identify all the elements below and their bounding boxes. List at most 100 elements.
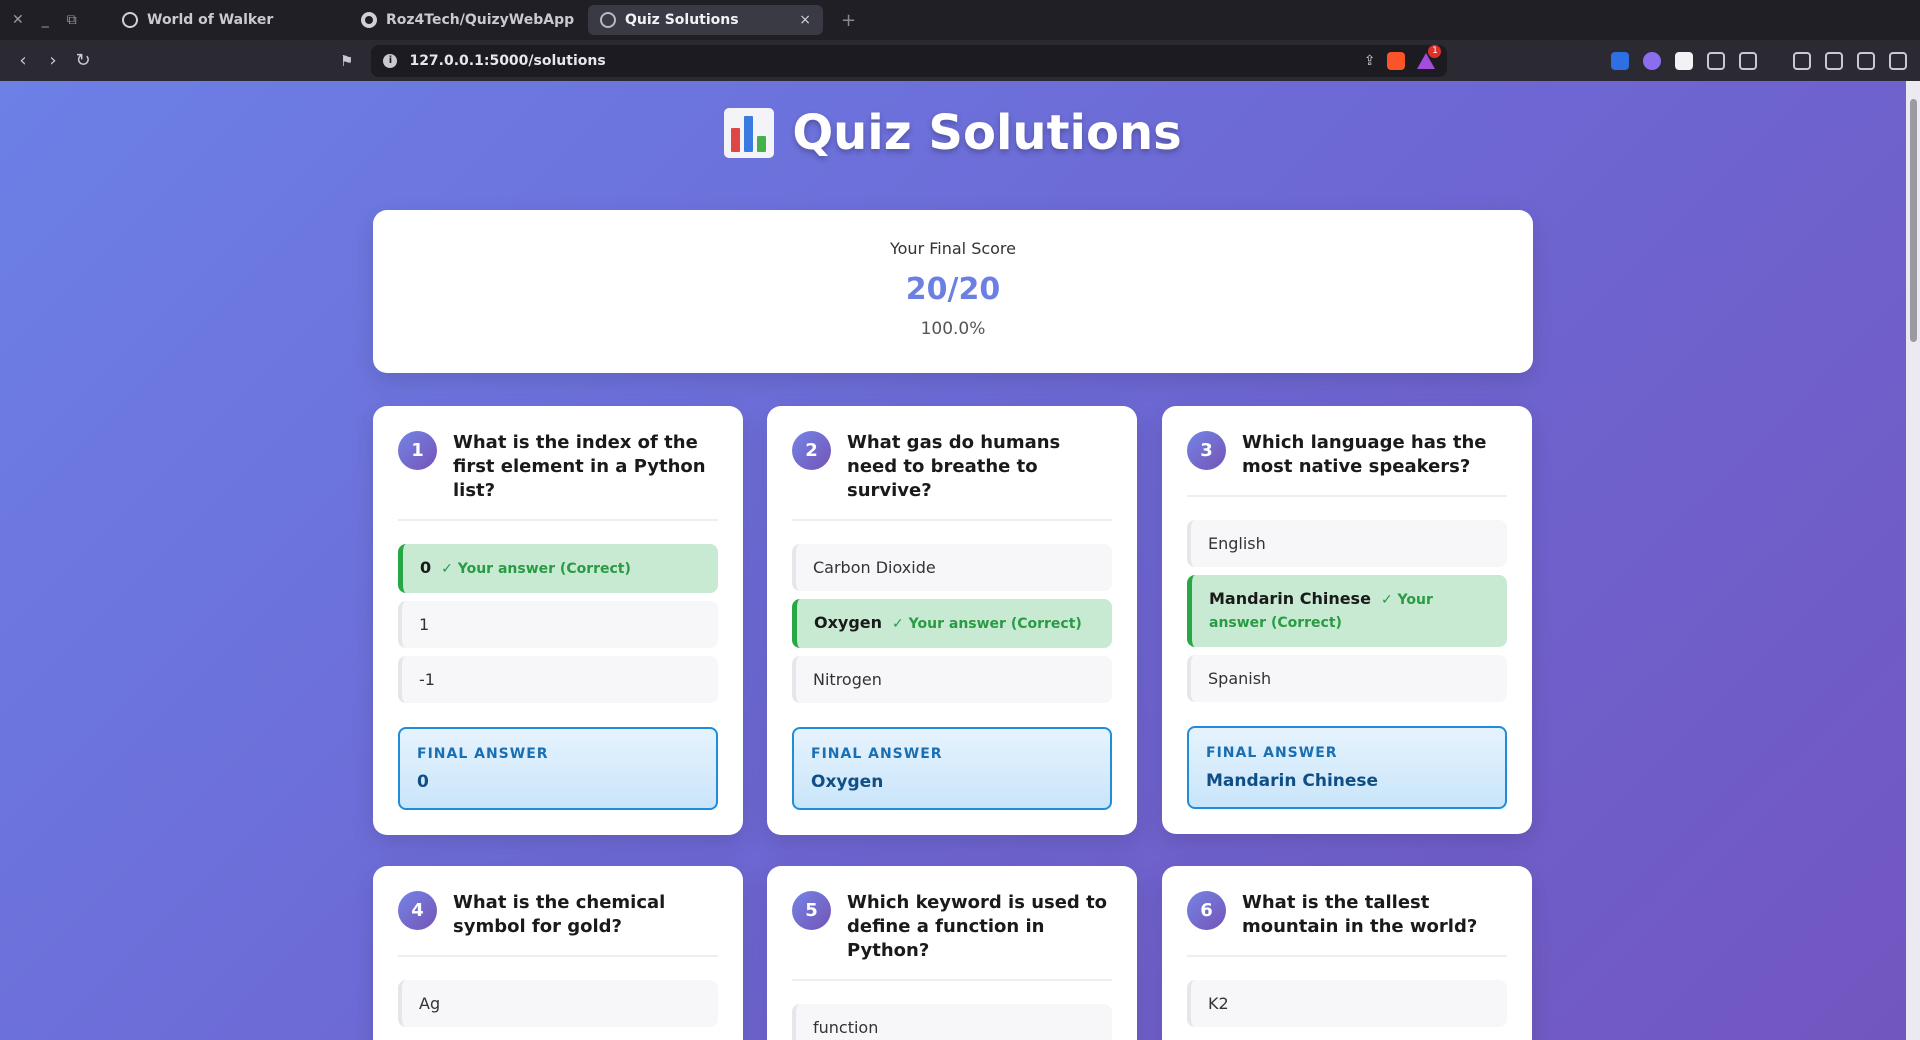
window-restore-icon[interactable]: ⧉ [67, 13, 77, 27]
tab-title: Quiz Solutions [625, 12, 739, 28]
site-info-icon[interactable]: i [383, 53, 398, 68]
option: Ag [398, 980, 718, 1027]
browser-tab-strip: ✕ _ ⧉ World of Walker Roz4Tech/QuizyWebA… [0, 0, 1920, 40]
options-list: 0 ✓ Your answer (Correct) 1 -1 [398, 544, 718, 703]
reload-icon[interactable]: ↻ [68, 50, 98, 71]
extension-dark-icon[interactable] [1675, 51, 1694, 70]
final-answer-label: FINAL ANSWER [417, 746, 549, 762]
question-number: 3 [1187, 431, 1226, 470]
bar-chart-icon [724, 108, 775, 158]
browser-toolbar: ‹ › ↻ ⚑ i 127.0.0.1:5000/solutions ⇪ 1 [0, 40, 1920, 81]
option: Nitrogen [792, 656, 1112, 703]
tab-quiz-solutions[interactable]: Quiz Solutions × [588, 5, 823, 35]
brave-rewards-icon[interactable]: 1 [1417, 44, 1442, 69]
option: Spanish [1187, 655, 1507, 702]
extension-translate-icon[interactable] [1611, 51, 1630, 70]
score-card: Your Final Score 20/20 100.0% [373, 210, 1533, 373]
screenshot-icon[interactable] [1739, 51, 1758, 70]
option-correct: Mandarin Chinese ✓ Your answer (Correct) [1187, 575, 1507, 647]
option-text: Spanish [1208, 669, 1272, 688]
option-text: Oxygen [814, 613, 883, 632]
score-value: 20/20 [905, 272, 1001, 307]
tab-close-icon[interactable]: × [799, 12, 811, 28]
options-list: Carbon Dioxide Oxygen ✓ Your answer (Corr… [792, 544, 1112, 703]
score-label: Your Final Score [889, 239, 1016, 258]
github-favicon-icon [361, 12, 377, 28]
url-text[interactable]: 127.0.0.1:5000/solutions [409, 53, 1351, 69]
question-header: 4 What is the chemical symbol for gold? [398, 891, 718, 957]
question-text: What is the index of the first element i… [453, 432, 706, 501]
tab-title: Roz4Tech/QuizyWebApp [386, 12, 575, 28]
option-text: 0 [420, 558, 432, 577]
tab-world-of-walker[interactable]: World of Walker [110, 5, 345, 35]
option-text: Ag [419, 994, 441, 1013]
question-header: 1 What is the index of the first element… [398, 431, 718, 521]
options-list: function [792, 1004, 1112, 1040]
window-close-icon[interactable]: ✕ [12, 13, 24, 27]
correct-note: ✓ Your answer (Correct) [892, 616, 1082, 632]
option-text: K2 [1208, 994, 1229, 1013]
brave-shields-icon[interactable] [1387, 51, 1406, 70]
final-answer-value: 0 [417, 772, 429, 792]
question-card: 3 Which language has the most native spe… [1162, 406, 1532, 834]
question-number: 6 [1187, 891, 1226, 930]
option: 1 [398, 601, 718, 648]
scrollbar-thumb[interactable] [1910, 99, 1917, 342]
option-text: function [813, 1018, 879, 1037]
options-list: English Mandarin Chinese ✓ Your answer (C… [1187, 520, 1507, 702]
option-text: Carbon Dioxide [813, 558, 936, 577]
question-number: 5 [792, 891, 831, 930]
score-percent: 100.0% [920, 319, 986, 339]
question-card: 6 What is the tallest mountain in the wo… [1162, 866, 1532, 1040]
wallet-icon[interactable] [1825, 51, 1844, 70]
question-header: 5 Which keyword is used to define a func… [792, 891, 1112, 981]
question-text: What is the tallest mountain in the worl… [1242, 892, 1478, 937]
question-header: 6 What is the tallest mountain in the wo… [1187, 891, 1507, 957]
question-card: 4 What is the chemical symbol for gold? … [373, 866, 743, 1040]
option: English [1187, 520, 1507, 567]
leo-ai-icon[interactable] [1857, 51, 1876, 70]
menu-icon[interactable] [1889, 51, 1908, 70]
question-header: 3 Which language has the most native spe… [1187, 431, 1507, 497]
question-text: What is the chemical symbol for gold? [453, 892, 666, 937]
page-title: Quiz Solutions [0, 105, 1906, 161]
question-number: 4 [398, 891, 437, 930]
option-text: 1 [419, 615, 430, 634]
navigation-buttons: ‹ › ↻ [0, 50, 340, 71]
page-scrollbar[interactable] [1906, 81, 1920, 1040]
tab-github-repo[interactable]: Roz4Tech/QuizyWebApp [349, 5, 584, 35]
forward-icon[interactable]: › [38, 50, 68, 71]
final-answer-value: Mandarin Chinese [1206, 771, 1379, 791]
option-text: -1 [419, 670, 435, 689]
window-minimize-icon[interactable]: _ [42, 13, 49, 27]
question-card: 1 What is the index of the first element… [373, 406, 743, 835]
rewards-badge: 1 [1428, 44, 1442, 58]
new-tab-icon[interactable]: + [841, 10, 856, 31]
window-controls: ✕ _ ⧉ [0, 13, 106, 27]
option-text: Mandarin Chinese [1209, 589, 1371, 608]
question-card: 5 Which keyword is used to define a func… [767, 866, 1137, 1040]
sidebar-toggle-icon[interactable] [1793, 51, 1812, 70]
share-icon[interactable]: ⇪ [1364, 53, 1376, 69]
final-answer-label: FINAL ANSWER [1206, 745, 1338, 761]
extensions-puzzle-icon[interactable] [1707, 51, 1726, 70]
final-answer-box: FINAL ANSWER Mandarin Chinese [1187, 726, 1507, 809]
options-list: K2 [1187, 980, 1507, 1027]
option: K2 [1187, 980, 1507, 1027]
question-number: 1 [398, 431, 437, 470]
bookmark-icon[interactable]: ⚑ [340, 52, 353, 70]
option-correct: Oxygen ✓ Your answer (Correct) [792, 599, 1112, 648]
question-header: 2 What gas do humans need to breathe to … [792, 431, 1112, 521]
address-bar[interactable]: i 127.0.0.1:5000/solutions ⇪ 1 [371, 44, 1448, 77]
final-answer-box: FINAL ANSWER 0 [398, 727, 718, 810]
extension-wallet-icon[interactable] [1643, 51, 1662, 70]
correct-note: ✓ Your answer (Correct) [441, 561, 631, 577]
option-text: Nitrogen [813, 670, 882, 689]
question-text: Which language has the most native speak… [1242, 432, 1487, 477]
question-card: 2 What gas do humans need to breathe to … [767, 406, 1137, 835]
extensions-area [1611, 51, 1908, 70]
back-icon[interactable]: ‹ [8, 50, 38, 71]
question-text: Which keyword is used to define a functi… [847, 892, 1108, 961]
option: -1 [398, 656, 718, 703]
